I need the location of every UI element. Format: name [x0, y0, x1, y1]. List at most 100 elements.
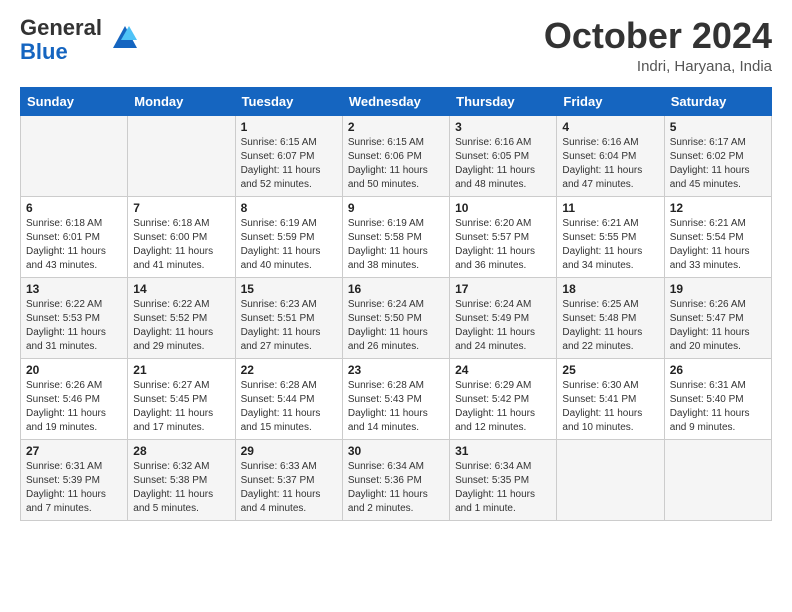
day-number: 12 [670, 201, 766, 215]
calendar-cell: 5 Sunrise: 6:17 AMSunset: 6:02 PMDaylight… [664, 115, 771, 196]
calendar-cell: 13Sunrise: 6:22 AMSunset: 5:53 PMDayligh… [21, 277, 128, 358]
logo: General Blue [20, 16, 137, 64]
title-block: October 2024 Indri, Haryana, India [544, 16, 772, 75]
col-header-monday: Monday [128, 87, 235, 115]
day-info: Sunrise: 6:19 AMSunset: 5:59 PMDaylight:… [241, 217, 337, 273]
logo-icon [105, 20, 137, 52]
day-number: 10 [455, 201, 551, 215]
calendar-cell [128, 115, 235, 196]
day-number: 15 [241, 282, 337, 296]
day-number: 19 [670, 282, 766, 296]
day-info: Sunrise: 6:18 AMSunset: 6:00 PMDaylight:… [133, 217, 229, 273]
logo-text: General Blue [20, 16, 102, 64]
calendar-cell: 23 Sunrise: 6:28 AMSunset: 5:43 PMDayligh… [342, 358, 449, 439]
logo-general: General [20, 15, 102, 40]
calendar-cell: 21 Sunrise: 6:27 AMSunset: 5:45 PMDayligh… [128, 358, 235, 439]
day-number: 20 [26, 363, 122, 377]
calendar-cell [21, 115, 128, 196]
day-number: 31 [455, 444, 551, 458]
day-number: 29 [241, 444, 337, 458]
calendar-cell: 25Sunrise: 6:30 AMSunset: 5:41 PMDayligh… [557, 358, 664, 439]
week-row-3: 13Sunrise: 6:22 AMSunset: 5:53 PMDayligh… [21, 277, 772, 358]
day-info: Sunrise: 6:16 AMSunset: 6:05 PMDaylight:… [455, 136, 551, 192]
day-info: Sunrise: 6:20 AMSunset: 5:57 PMDaylight:… [455, 217, 551, 273]
day-info: Sunrise: 6:34 AMSunset: 5:35 PMDaylight:… [455, 460, 551, 516]
calendar-cell [664, 439, 771, 520]
day-info: Sunrise: 6:31 AMSunset: 5:40 PMDaylight:… [670, 379, 766, 435]
day-info: Sunrise: 6:17 AMSunset: 6:02 PMDaylight:… [670, 136, 766, 192]
col-header-wednesday: Wednesday [342, 87, 449, 115]
day-number: 9 [348, 201, 444, 215]
day-info: Sunrise: 6:26 AMSunset: 5:47 PMDaylight:… [670, 298, 766, 354]
calendar-cell: 27 Sunrise: 6:31 AMSunset: 5:39 PMDayligh… [21, 439, 128, 520]
calendar-header-row: SundayMondayTuesdayWednesdayThursdayFrid… [21, 87, 772, 115]
calendar-cell: 18Sunrise: 6:25 AMSunset: 5:48 PMDayligh… [557, 277, 664, 358]
day-info: Sunrise: 6:21 AMSunset: 5:55 PMDaylight:… [562, 217, 658, 273]
day-info: Sunrise: 6:32 AMSunset: 5:38 PMDaylight:… [133, 460, 229, 516]
col-header-saturday: Saturday [664, 87, 771, 115]
calendar-cell: 16Sunrise: 6:24 AMSunset: 5:50 PMDayligh… [342, 277, 449, 358]
calendar-cell [557, 439, 664, 520]
calendar-cell: 3Sunrise: 6:16 AMSunset: 6:05 PMDaylight… [450, 115, 557, 196]
day-info: Sunrise: 6:27 AMSunset: 5:45 PMDaylight:… [133, 379, 229, 435]
header: General Blue October 2024 Indri, Haryana… [20, 16, 772, 75]
calendar-cell: 31 Sunrise: 6:34 AMSunset: 5:35 PMDayligh… [450, 439, 557, 520]
calendar-cell: 7 Sunrise: 6:18 AMSunset: 6:00 PMDaylight… [128, 196, 235, 277]
day-number: 2 [348, 120, 444, 134]
calendar-cell: 24Sunrise: 6:29 AMSunset: 5:42 PMDayligh… [450, 358, 557, 439]
calendar-cell: 9 Sunrise: 6:19 AMSunset: 5:58 PMDaylight… [342, 196, 449, 277]
day-info: Sunrise: 6:34 AMSunset: 5:36 PMDaylight:… [348, 460, 444, 516]
day-number: 11 [562, 201, 658, 215]
calendar-cell: 19 Sunrise: 6:26 AMSunset: 5:47 PMDayligh… [664, 277, 771, 358]
day-info: Sunrise: 6:26 AMSunset: 5:46 PMDaylight:… [26, 379, 122, 435]
calendar-cell: 6 Sunrise: 6:18 AMSunset: 6:01 PMDaylight… [21, 196, 128, 277]
calendar-cell: 4 Sunrise: 6:16 AMSunset: 6:04 PMDaylight… [557, 115, 664, 196]
day-number: 7 [133, 201, 229, 215]
day-info: Sunrise: 6:18 AMSunset: 6:01 PMDaylight:… [26, 217, 122, 273]
week-row-1: 1Sunrise: 6:15 AMSunset: 6:07 PMDaylight… [21, 115, 772, 196]
day-info: Sunrise: 6:15 AMSunset: 6:06 PMDaylight:… [348, 136, 444, 192]
day-info: Sunrise: 6:23 AMSunset: 5:51 PMDaylight:… [241, 298, 337, 354]
col-header-friday: Friday [557, 87, 664, 115]
calendar-cell: 1Sunrise: 6:15 AMSunset: 6:07 PMDaylight… [235, 115, 342, 196]
calendar-cell: 12Sunrise: 6:21 AMSunset: 5:54 PMDayligh… [664, 196, 771, 277]
page: General Blue October 2024 Indri, Haryana… [0, 0, 792, 537]
calendar-cell: 17Sunrise: 6:24 AMSunset: 5:49 PMDayligh… [450, 277, 557, 358]
day-number: 16 [348, 282, 444, 296]
week-row-4: 20 Sunrise: 6:26 AMSunset: 5:46 PMDayligh… [21, 358, 772, 439]
week-row-2: 6 Sunrise: 6:18 AMSunset: 6:01 PMDaylight… [21, 196, 772, 277]
title-location: Indri, Haryana, India [544, 58, 772, 75]
day-info: Sunrise: 6:22 AMSunset: 5:52 PMDaylight:… [133, 298, 229, 354]
day-number: 27 [26, 444, 122, 458]
day-info: Sunrise: 6:28 AMSunset: 5:43 PMDaylight:… [348, 379, 444, 435]
col-header-thursday: Thursday [450, 87, 557, 115]
calendar-cell: 14Sunrise: 6:22 AMSunset: 5:52 PMDayligh… [128, 277, 235, 358]
day-number: 6 [26, 201, 122, 215]
calendar-cell: 20 Sunrise: 6:26 AMSunset: 5:46 PMDayligh… [21, 358, 128, 439]
day-info: Sunrise: 6:31 AMSunset: 5:39 PMDaylight:… [26, 460, 122, 516]
title-month: October 2024 [544, 16, 772, 56]
day-number: 4 [562, 120, 658, 134]
day-number: 5 [670, 120, 766, 134]
day-number: 21 [133, 363, 229, 377]
day-number: 18 [562, 282, 658, 296]
day-number: 26 [670, 363, 766, 377]
calendar-cell: 29Sunrise: 6:33 AMSunset: 5:37 PMDayligh… [235, 439, 342, 520]
day-number: 23 [348, 363, 444, 377]
day-number: 28 [133, 444, 229, 458]
day-number: 13 [26, 282, 122, 296]
col-header-sunday: Sunday [21, 87, 128, 115]
day-info: Sunrise: 6:15 AMSunset: 6:07 PMDaylight:… [241, 136, 337, 192]
calendar-cell: 8Sunrise: 6:19 AMSunset: 5:59 PMDaylight… [235, 196, 342, 277]
day-info: Sunrise: 6:19 AMSunset: 5:58 PMDaylight:… [348, 217, 444, 273]
calendar-cell: 26 Sunrise: 6:31 AMSunset: 5:40 PMDayligh… [664, 358, 771, 439]
calendar-cell: 11 Sunrise: 6:21 AMSunset: 5:55 PMDayligh… [557, 196, 664, 277]
day-number: 22 [241, 363, 337, 377]
day-info: Sunrise: 6:24 AMSunset: 5:49 PMDaylight:… [455, 298, 551, 354]
day-number: 30 [348, 444, 444, 458]
day-info: Sunrise: 6:16 AMSunset: 6:04 PMDaylight:… [562, 136, 658, 192]
calendar-cell: 2 Sunrise: 6:15 AMSunset: 6:06 PMDaylight… [342, 115, 449, 196]
calendar-cell: 28 Sunrise: 6:32 AMSunset: 5:38 PMDayligh… [128, 439, 235, 520]
calendar-cell: 22Sunrise: 6:28 AMSunset: 5:44 PMDayligh… [235, 358, 342, 439]
calendar-cell: 30 Sunrise: 6:34 AMSunset: 5:36 PMDayligh… [342, 439, 449, 520]
